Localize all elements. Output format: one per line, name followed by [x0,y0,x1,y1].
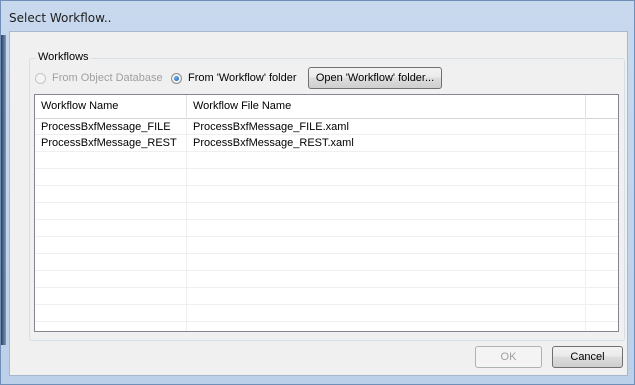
grid-line [35,219,618,220]
grid-line [35,287,618,288]
cancel-button[interactable]: Cancel [552,346,623,368]
radio-object-database[interactable]: From Object Database [35,72,163,84]
column-header-empty [586,95,618,118]
cell-workflow-name: ProcessBxfMessage_REST [41,137,177,149]
cell-workflow-file-name: ProcessBxfMessage_REST.xaml [193,137,354,149]
workflows-group-label: Workflows [36,51,91,63]
cell-workflow-file-name: ProcessBxfMessage_FILE.xaml [193,121,349,133]
column-header-workflow-name[interactable]: Workflow Name [35,95,187,118]
list-row[interactable]: ProcessBxfMessage_REST ProcessBxfMessage… [35,135,618,151]
window-title: Select Workflow.. [9,11,112,25]
list-header: Workflow Name Workflow File Name [35,95,618,119]
open-workflow-folder-button[interactable]: Open 'Workflow' folder... [308,67,442,89]
radio-circle-selected[interactable] [171,72,182,84]
grid-line [35,168,618,169]
grid-line [35,321,618,322]
title-bar[interactable]: Select Workflow.. [1,1,634,31]
radio-circle[interactable] [35,72,46,84]
grid-line [35,270,618,271]
grid-line [35,236,618,237]
radio-workflow-folder[interactable]: From 'Workflow' folder [171,72,297,84]
grid-line [35,202,618,203]
grid-line [35,185,618,186]
window-edge-shadow [1,35,6,345]
grid-line [35,253,618,254]
workflow-list[interactable]: Workflow Name Workflow File Name Process… [34,94,619,332]
list-row[interactable]: ProcessBxfMessage_FILE ProcessBxfMessage… [35,119,618,135]
grid-line [35,151,618,152]
ok-button[interactable]: OK [475,346,542,368]
radio-workflow-folder-label: From 'Workflow' folder [188,72,297,84]
cell-workflow-name: ProcessBxfMessage_FILE [41,121,171,133]
radio-object-database-label: From Object Database [52,72,163,84]
grid-line [35,304,618,305]
column-header-workflow-file-name[interactable]: Workflow File Name [187,95,586,118]
